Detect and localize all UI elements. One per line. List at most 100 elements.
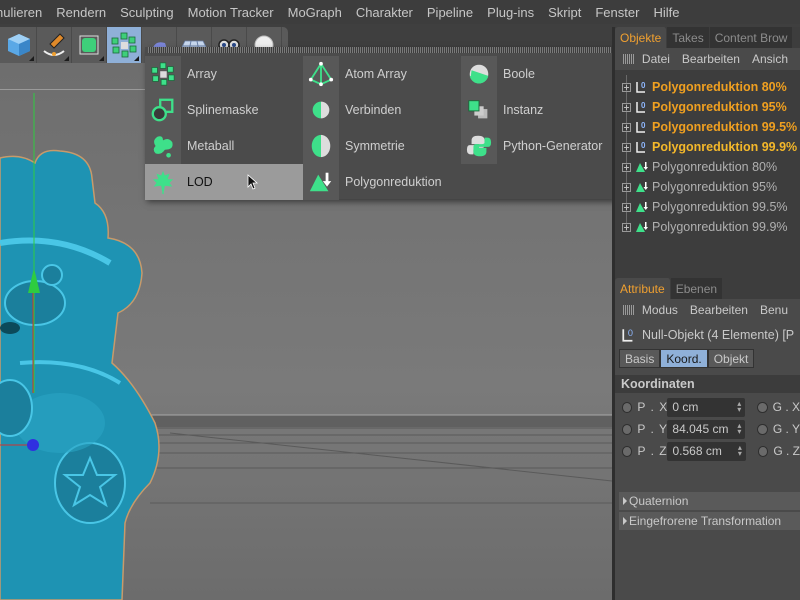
subtab-basis[interactable]: Basis bbox=[619, 349, 661, 368]
python-icon bbox=[466, 135, 492, 157]
polygon-reduction-icon bbox=[636, 202, 648, 212]
menu-plug-ins[interactable]: Plug-ins bbox=[480, 5, 541, 20]
menu-bearbeiten[interactable]: Bearbeiten bbox=[690, 303, 748, 317]
pen-tool-button[interactable] bbox=[37, 27, 72, 63]
menu-charakter[interactable]: Charakter bbox=[349, 5, 420, 20]
popup-item-boole[interactable]: Boole bbox=[461, 56, 619, 92]
keyframe-radio[interactable] bbox=[622, 401, 633, 413]
object-row[interactable]: Polygonreduktion 99.5% bbox=[615, 197, 800, 217]
menu-fenster[interactable]: Fenster bbox=[588, 5, 646, 20]
svg-text:0: 0 bbox=[641, 81, 646, 90]
popup-item-label: Verbinden bbox=[345, 103, 402, 117]
object-row[interactable]: Polygonreduktion 80% bbox=[615, 157, 800, 177]
menu-rendern[interactable]: Rendern bbox=[49, 5, 113, 20]
menu-datei[interactable]: Datei bbox=[642, 52, 670, 66]
subdivision-surface-button[interactable] bbox=[72, 27, 107, 63]
submenu-indicator bbox=[99, 56, 104, 61]
popup-item-array[interactable]: Array bbox=[145, 56, 303, 92]
menu-mograph[interactable]: MoGraph bbox=[281, 5, 349, 20]
fold-quaternion[interactable]: Quaternion bbox=[619, 492, 800, 510]
menu-hilfe[interactable]: Hilfe bbox=[646, 5, 686, 20]
tab-objekte[interactable]: Objekte bbox=[615, 27, 668, 48]
coord-label: G . Y bbox=[772, 422, 800, 436]
popup-item-label: Python-Generator bbox=[503, 139, 603, 153]
null-object-icon: 0 bbox=[636, 121, 646, 133]
object-row[interactable]: 0 Polygonreduktion 99.9% bbox=[615, 137, 800, 157]
menu-bearbeiten[interactable]: Bearbeiten bbox=[682, 52, 740, 66]
object-name: Polygonreduktion 99.9% bbox=[652, 140, 798, 154]
expand-icon[interactable] bbox=[622, 162, 631, 172]
subtab-koord[interactable]: Koord. bbox=[660, 349, 708, 368]
menu-skript[interactable]: Skript bbox=[541, 5, 588, 20]
position-z-field[interactable]: 0.568 cm ▴ ▾ bbox=[667, 441, 746, 461]
position-y-field[interactable]: 84.045 cm ▴ ▾ bbox=[667, 419, 746, 439]
popup-item-splinemaske[interactable]: Splinemaske bbox=[145, 92, 303, 128]
menu-simulieren[interactable]: nulieren bbox=[0, 5, 49, 20]
popup-item-label: Boole bbox=[503, 67, 535, 81]
object-row[interactable]: 0 Polygonreduktion 80% bbox=[615, 77, 800, 97]
cube-button[interactable] bbox=[2, 27, 37, 63]
expand-icon[interactable] bbox=[622, 222, 631, 232]
menu-pipeline[interactable]: Pipeline bbox=[420, 5, 480, 20]
subtab-objekt[interactable]: Objekt bbox=[707, 349, 755, 368]
floor-grid-lines bbox=[150, 427, 612, 504]
popup-item-symmetrie[interactable]: Symmetrie bbox=[303, 128, 461, 164]
symmetry-icon bbox=[311, 134, 331, 158]
tab-content-browser[interactable]: Content Brow bbox=[709, 27, 794, 48]
null-object-icon: 0 bbox=[636, 141, 646, 153]
menu-ansicht[interactable]: Ansich bbox=[752, 52, 788, 66]
keyframe-radio[interactable] bbox=[757, 445, 769, 457]
tab-takes[interactable]: Takes bbox=[667, 27, 710, 48]
popup-item-python-generator[interactable]: Python-Generator bbox=[461, 128, 619, 164]
keyframe-radio[interactable] bbox=[757, 423, 768, 435]
spinner-icon[interactable]: ▴ ▾ bbox=[737, 399, 741, 413]
fold-frozen-transformation[interactable]: Eingefrorene Transformation bbox=[619, 512, 800, 530]
menu-sculpting[interactable]: Sculpting bbox=[113, 5, 180, 20]
menubar: nulieren Rendern Sculpting Motion Tracke… bbox=[0, 0, 800, 24]
menu-modus[interactable]: Modus bbox=[642, 303, 678, 317]
objects-tabs: Objekte Takes Content Brow bbox=[615, 27, 800, 48]
svg-text:0: 0 bbox=[641, 101, 646, 110]
expand-icon[interactable] bbox=[622, 142, 631, 152]
panel-grip-icon[interactable] bbox=[623, 305, 635, 315]
keyframe-radio[interactable] bbox=[622, 423, 633, 435]
object-row[interactable]: 0 Polygonreduktion 95% bbox=[615, 97, 800, 117]
polygon-reduction-icon bbox=[636, 222, 648, 232]
object-row[interactable]: 0 Polygonreduktion 99.5% bbox=[615, 117, 800, 137]
expand-icon[interactable] bbox=[622, 122, 631, 132]
popup-item-metaball[interactable]: Metaball bbox=[145, 128, 303, 164]
object-name: Polygonreduktion 80% bbox=[652, 160, 778, 174]
expand-icon[interactable] bbox=[622, 182, 631, 192]
metaball-icon bbox=[153, 136, 173, 158]
tab-ebenen[interactable]: Ebenen bbox=[670, 278, 724, 299]
popup-item-atom-array[interactable]: Atom Array bbox=[303, 56, 461, 92]
right-panel: Objekte Takes Content Brow Datei Bearbei… bbox=[615, 27, 800, 600]
object-row[interactable]: Polygonreduktion 95% bbox=[615, 177, 800, 197]
popup-column-3: Boole Instanz Python-Generator bbox=[461, 56, 619, 164]
tab-attribute[interactable]: Attribute bbox=[615, 278, 671, 299]
expand-icon[interactable] bbox=[622, 102, 631, 112]
spinner-icon[interactable]: ▴ ▾ bbox=[737, 421, 741, 435]
object-title-text: Null-Objekt (4 Elemente) [P bbox=[642, 328, 795, 342]
subdivision-cube-icon bbox=[79, 35, 99, 55]
coord-label: G . Z bbox=[773, 444, 800, 458]
popup-drag-grip[interactable] bbox=[148, 47, 612, 53]
object-list: 0 Polygonreduktion 80% 0 Polygonreduktio… bbox=[615, 75, 800, 270]
popup-item-instanz[interactable]: Instanz bbox=[461, 92, 619, 128]
menu-motion-tracker[interactable]: Motion Tracker bbox=[181, 5, 281, 20]
popup-item-polygonreduktion[interactable]: Polygonreduktion bbox=[303, 164, 461, 200]
keyframe-radio[interactable] bbox=[757, 401, 768, 413]
keyframe-radio[interactable] bbox=[622, 445, 633, 457]
expand-icon[interactable] bbox=[622, 202, 631, 212]
array-generator-button[interactable] bbox=[107, 27, 142, 63]
position-x-field[interactable]: 0 cm ▴ ▾ bbox=[667, 397, 746, 417]
popup-item-lod[interactable]: LOD bbox=[145, 164, 303, 200]
spinner-icon[interactable]: ▴ ▾ bbox=[738, 443, 742, 457]
menu-benutzer[interactable]: Benu bbox=[760, 303, 788, 317]
panel-grip-icon[interactable] bbox=[623, 54, 635, 64]
object-name: Polygonreduktion 95% bbox=[652, 180, 778, 194]
attribute-subtabs: Basis Koord. Objekt bbox=[615, 349, 800, 369]
popup-item-verbinden[interactable]: Verbinden bbox=[303, 92, 461, 128]
expand-icon[interactable] bbox=[622, 82, 631, 92]
object-row[interactable]: Polygonreduktion 99.9% bbox=[615, 217, 800, 237]
